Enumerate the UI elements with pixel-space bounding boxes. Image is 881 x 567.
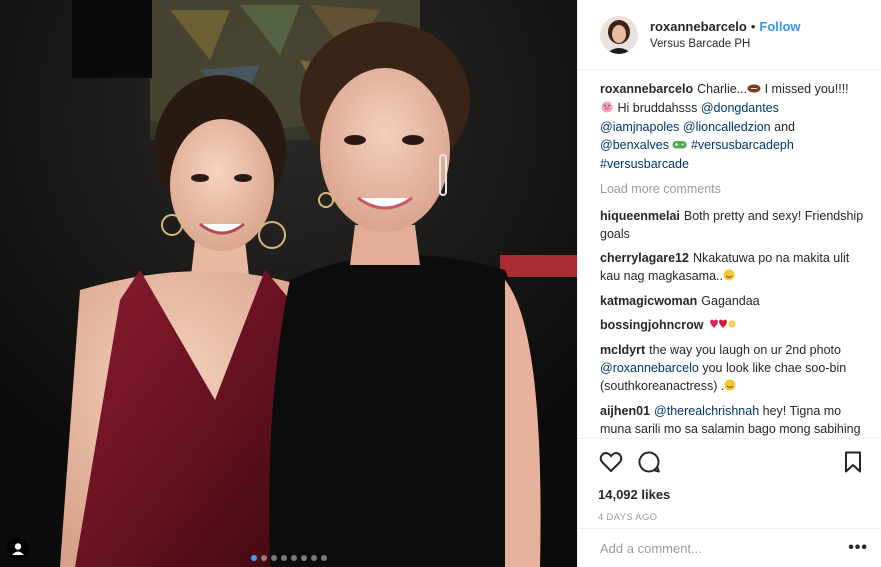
- carousel-dot[interactable]: [260, 555, 267, 561]
- smile-emoji-icon: [724, 378, 736, 396]
- comment-text: Gagandaa: [701, 294, 760, 308]
- post-photo[interactable]: [0, 0, 577, 567]
- post-timestamp[interactable]: 4 DAYS AGO: [598, 512, 866, 523]
- comments-list[interactable]: roxannebarcelo Charlie... I missed you!!!…: [600, 80, 872, 437]
- caption-text: I missed you!!!!: [761, 82, 849, 96]
- hearts-emoji-icon: [707, 317, 737, 335]
- comment-item: bossingjohncrow: [600, 316, 872, 335]
- comment-item: katmagicwoman Gagandaa: [600, 292, 872, 310]
- post-actions: 14,092 likes 4 DAYS AGO: [578, 438, 881, 528]
- comment-text: the way you laugh on ur 2nd photo: [649, 343, 841, 357]
- caption-text: Charlie...: [697, 82, 748, 96]
- post-image: [0, 0, 577, 567]
- follow-button[interactable]: Follow: [759, 19, 800, 34]
- carousel-indicator: [0, 555, 577, 561]
- add-comment-bar: •••: [578, 528, 881, 567]
- caption-text: and: [770, 120, 795, 134]
- caption-text: Hi bruddahsss: [614, 101, 701, 115]
- caption-hashtag[interactable]: #versusbarcade: [600, 157, 689, 171]
- carousel-dot[interactable]: [320, 555, 327, 561]
- comment-username[interactable]: aijhen01: [600, 404, 650, 418]
- comment-mention[interactable]: @roxannebarcelo: [600, 361, 699, 375]
- post-header: roxannebarcelo • Follow Versus Barcade P…: [578, 0, 881, 70]
- caption-mention[interactable]: @iamjnapoles: [600, 120, 679, 134]
- bookmark-icon[interactable]: [840, 449, 866, 475]
- comment-item: hiqueenmelai Both pretty and sexy! Friend…: [600, 207, 872, 243]
- comment-mention[interactable]: @therealchrishnah: [654, 404, 759, 418]
- post-caption: roxannebarcelo Charlie... I missed you!!!…: [600, 80, 872, 173]
- comment-item: cherrylagare12 Nkakatuwa po na makita uli…: [600, 249, 872, 286]
- comment-icon[interactable]: [636, 449, 662, 475]
- comment-username[interactable]: bossingjohncrow: [600, 318, 703, 332]
- likes-count[interactable]: 14,092 likes: [598, 487, 866, 502]
- caption-mention[interactable]: @lioncalledzion: [683, 120, 771, 134]
- comment-username[interactable]: hiqueenmelai: [600, 209, 680, 223]
- post-location[interactable]: Versus Barcade PH: [650, 38, 801, 50]
- caption-mention[interactable]: @dongdantes: [701, 101, 779, 115]
- post-side-panel: roxannebarcelo • Follow Versus Barcade P…: [577, 0, 881, 567]
- header-username[interactable]: roxannebarcelo: [650, 19, 747, 34]
- carousel-dot[interactable]: [310, 555, 317, 561]
- header-separator: •: [750, 19, 756, 34]
- caption-username[interactable]: roxannebarcelo: [600, 82, 693, 96]
- pig-emoji-icon: [600, 100, 614, 118]
- load-more-comments-button[interactable]: Load more comments: [600, 180, 872, 198]
- comment-username[interactable]: katmagicwoman: [600, 294, 697, 308]
- comment-input[interactable]: [600, 540, 849, 556]
- heart-icon[interactable]: [598, 449, 624, 475]
- caption-mention[interactable]: @benxalves: [600, 138, 669, 152]
- avatar[interactable]: [600, 16, 638, 54]
- comment-item: aijhen01 @therealchrishnah hey! Tigna mo …: [600, 402, 872, 437]
- carousel-dot[interactable]: [250, 555, 257, 561]
- more-options-icon[interactable]: •••: [848, 539, 868, 557]
- football-emoji-icon: [747, 81, 761, 99]
- carousel-dot[interactable]: [280, 555, 287, 561]
- comment-item: mcldyrt the way you laugh on ur 2nd photo…: [600, 341, 872, 396]
- caption-hashtag[interactable]: #versusbarcadeph: [691, 138, 794, 152]
- carousel-dot[interactable]: [300, 555, 307, 561]
- carousel-dot[interactable]: [290, 555, 297, 561]
- smile-emoji-icon: [723, 268, 735, 286]
- comment-username[interactable]: mcldyrt: [600, 343, 645, 357]
- carousel-dot[interactable]: [270, 555, 277, 561]
- comment-username[interactable]: cherrylagare12: [600, 251, 689, 265]
- gamepad-emoji-icon: [672, 137, 687, 155]
